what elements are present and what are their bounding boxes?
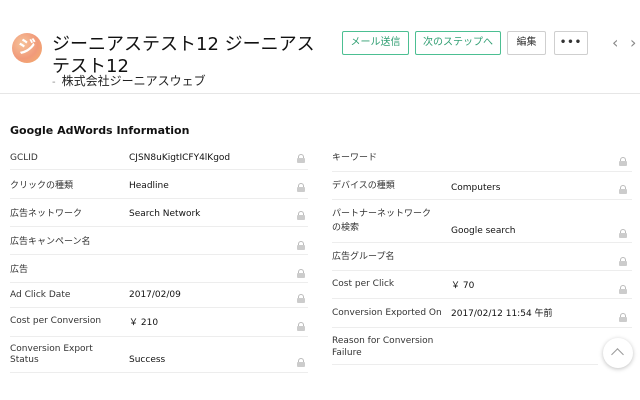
field-label: 広告キャンペーン名 — [10, 237, 91, 247]
next-step-button[interactable]: 次のステップへ — [415, 31, 501, 55]
field-conversion-exported-on: Conversion Exported On 2017/02/12 11:54 … — [332, 307, 632, 327]
field-cost-per-click: Cost per Click ￥ 70 — [332, 278, 632, 298]
edit-button[interactable]: 編集 — [507, 31, 546, 55]
field-value: Google search — [451, 226, 516, 236]
field-label: Cost per Conversion — [10, 316, 102, 326]
section-title: Google AdWords Information — [10, 124, 190, 137]
field-label: Reason for Conversion — [332, 336, 434, 346]
chevron-up-icon — [611, 348, 624, 361]
field-value: Computers — [451, 183, 501, 193]
lock-icon — [297, 358, 305, 367]
field-keyword: キーワード — [332, 152, 632, 172]
lock-icon — [297, 322, 305, 331]
lock-icon — [297, 183, 305, 192]
lock-icon — [297, 294, 305, 303]
field-value: ￥ 210 — [129, 318, 159, 328]
field-label: パートナーネットワーク — [332, 209, 432, 219]
field-label: GCLID — [10, 153, 38, 163]
field-cost-per-conversion: Cost per Conversion ￥ 210 — [10, 315, 308, 335]
chevron-right-icon[interactable]: › — [630, 34, 636, 52]
lock-icon — [619, 257, 627, 266]
subtitle-dash: - — [52, 77, 56, 88]
field-label-line2: Failure — [332, 348, 362, 358]
more-options-button[interactable]: ••• — [554, 31, 588, 55]
row-divider — [10, 226, 308, 227]
field-partner-network-search: パートナーネットワーク の検索 Google search — [332, 208, 632, 238]
lock-icon — [619, 185, 627, 194]
row-divider — [332, 270, 632, 271]
field-ad-group-name: 広告グループ名 — [332, 251, 632, 271]
record-header: ジ ジーニアステスト12 ジーニアステスト12 - 株式会社ジーニアスウェブ メー… — [0, 0, 640, 94]
field-click-type: クリックの種類 Headline — [10, 180, 308, 200]
field-value: ￥ 70 — [451, 281, 475, 291]
field-value: 2017/02/09 — [129, 290, 181, 300]
lock-icon — [297, 154, 305, 163]
row-divider — [10, 282, 308, 283]
field-value: 2017/02/12 11:54 午前 — [451, 309, 553, 319]
row-divider — [332, 364, 598, 365]
row-divider — [332, 298, 632, 299]
field-value: Success — [129, 355, 166, 365]
company-subtitle: - 株式会社ジーニアスウェブ — [52, 72, 206, 89]
chevron-left-icon[interactable]: ‹ — [612, 34, 618, 52]
row-divider — [332, 199, 632, 200]
field-campaign-name: 広告キャンペーン名 — [10, 236, 308, 256]
field-label: 広告 — [10, 265, 29, 275]
field-label: Conversion Exported On — [332, 308, 442, 318]
lock-icon — [619, 313, 627, 322]
field-label: Cost per Click — [332, 279, 395, 289]
field-label-line2: Status — [10, 355, 39, 365]
field-ad-click-date: Ad Click Date 2017/02/09 — [10, 289, 308, 309]
field-reason-conversion-failure: Reason for Conversion Failure — [332, 335, 632, 361]
field-label: デバイスの種類 — [332, 181, 395, 191]
field-label: キーワード — [332, 153, 378, 163]
avatar: ジ — [12, 33, 42, 63]
field-ad-network: 広告ネットワーク Search Network — [10, 208, 308, 228]
row-divider — [10, 372, 308, 373]
lock-icon — [297, 241, 305, 250]
row-divider — [332, 171, 632, 172]
field-value: CJSN8uKigtICFY4lKgod — [129, 153, 231, 163]
row-divider — [332, 327, 632, 328]
field-conversion-export-status: Conversion Export Status Success — [10, 343, 308, 369]
row-divider — [10, 198, 308, 199]
row-divider — [10, 169, 308, 170]
field-ad: 広告 — [10, 264, 308, 284]
lock-icon — [619, 157, 627, 166]
lock-icon — [297, 269, 305, 278]
field-label-line2: の検索 — [332, 223, 360, 233]
field-label: 広告グループ名 — [332, 252, 395, 262]
lock-icon — [297, 211, 305, 220]
field-label: Ad Click Date — [10, 290, 71, 300]
field-label: 広告ネットワーク — [10, 209, 83, 219]
row-divider — [10, 307, 308, 308]
field-label: クリックの種類 — [10, 181, 74, 191]
row-divider — [332, 242, 632, 243]
lock-icon — [619, 285, 627, 294]
row-divider — [10, 254, 308, 255]
company-name[interactable]: 株式会社ジーニアスウェブ — [62, 74, 206, 88]
field-value: Search Network — [129, 209, 201, 219]
field-device-type: デバイスの種類 Computers — [332, 180, 632, 200]
lock-icon — [619, 229, 627, 238]
row-divider — [10, 336, 308, 337]
send-mail-button[interactable]: メール送信 — [342, 31, 409, 55]
field-value: Headline — [129, 181, 169, 191]
scroll-to-top-button[interactable] — [603, 338, 633, 368]
